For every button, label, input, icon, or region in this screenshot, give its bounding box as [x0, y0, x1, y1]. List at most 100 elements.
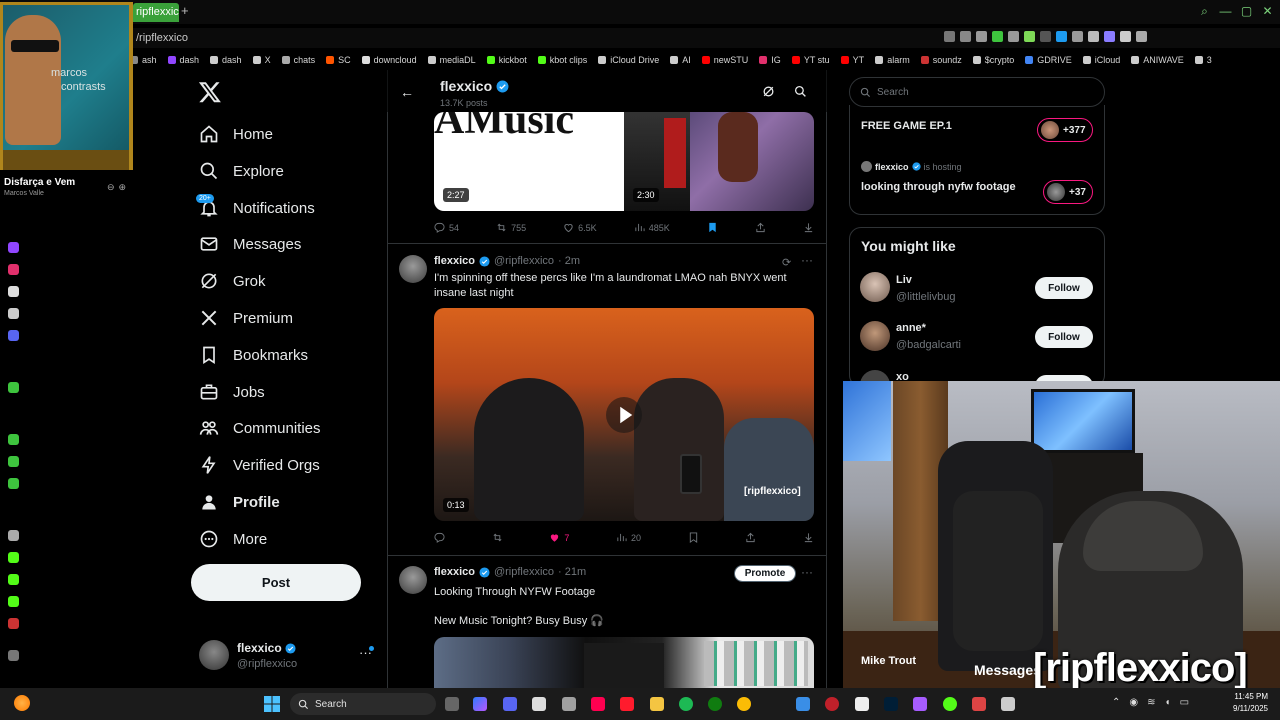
tweet-media[interactable] [434, 637, 814, 688]
wifi-icon[interactable]: ≋ [1147, 697, 1155, 708]
weather-icon[interactable] [14, 695, 30, 711]
windows-start-icon[interactable] [264, 696, 280, 712]
video-thumbnail[interactable] [690, 112, 814, 211]
twitch-icon[interactable] [8, 242, 19, 253]
battery-icon[interactable]: ▭ [1180, 697, 1189, 708]
space-listeners[interactable]: +37 [1043, 180, 1093, 204]
account-name[interactable]: flexxico [237, 641, 296, 655]
bookmark-item[interactable]: iCloud Drive [598, 52, 659, 68]
task-view-icon[interactable] [445, 697, 459, 711]
search-icon[interactable]: ⌕ [1198, 4, 1211, 18]
space-listeners[interactable]: +377 [1037, 118, 1093, 142]
kick-icon[interactable] [8, 552, 19, 563]
chevron-up-icon[interactable]: ⌃ [1112, 697, 1120, 708]
author-name[interactable]: flexxico [434, 255, 475, 267]
photoshop-icon[interactable] [884, 697, 898, 711]
maximize-icon[interactable]: ▢ [1240, 4, 1253, 18]
more-icon[interactable]: ··· [801, 253, 813, 267]
cloud-icon[interactable] [8, 382, 19, 393]
more-icon[interactable]: ··· [801, 565, 813, 579]
settings-icon[interactable] [8, 478, 19, 489]
post-button[interactable]: Post [191, 564, 361, 601]
browser-tab[interactable]: ripflexxico [133, 3, 179, 22]
close-icon[interactable]: ✕ [1261, 4, 1274, 18]
instagram-icon[interactable] [8, 264, 19, 275]
xbox-icon[interactable] [708, 697, 722, 711]
author-handle[interactable]: @ripflexxico [494, 566, 554, 578]
bookmark-item[interactable]: iCloud [1082, 52, 1120, 68]
folder-icon[interactable] [650, 697, 664, 711]
bookmark-item[interactable]: newSTU [701, 52, 748, 68]
share-button[interactable] [745, 532, 756, 543]
download-button[interactable] [803, 532, 814, 543]
nav-item-communities[interactable]: Communities [199, 415, 321, 441]
spotify-icon[interactable] [679, 697, 693, 711]
pin-icon[interactable] [960, 31, 971, 42]
app-icon[interactable] [913, 697, 927, 711]
search-input[interactable]: Search [849, 77, 1105, 107]
follow-button[interactable]: Follow [1035, 277, 1093, 299]
gx-icon[interactable] [8, 650, 19, 661]
bookmark-item[interactable]: mediaDL [427, 52, 476, 68]
reply-button[interactable]: 54 [434, 222, 459, 233]
opera-icon[interactable] [620, 697, 634, 711]
sound-icon[interactable] [1040, 31, 1051, 42]
app-icon[interactable] [8, 530, 19, 541]
repost-button[interactable] [492, 532, 503, 543]
bookmark-button[interactable] [707, 222, 718, 233]
bookmark-item[interactable]: AI [670, 52, 691, 68]
bookmark-item[interactable]: alarm [875, 52, 910, 68]
avatar[interactable] [199, 640, 229, 670]
clock-icon[interactable] [8, 434, 19, 445]
menu-icon[interactable] [1136, 31, 1147, 42]
x-logo-icon[interactable] [198, 80, 222, 104]
tweet-media-grid[interactable]: AMusic 2:27 2:30 [434, 112, 814, 211]
nav-item-home[interactable]: Home [199, 121, 273, 147]
app-icon[interactable] [1001, 697, 1015, 711]
zoom-icon[interactable] [944, 31, 955, 42]
shield-icon[interactable] [992, 31, 1003, 42]
reply-button[interactable] [434, 532, 445, 543]
clock-time[interactable]: 11:45 PM [1220, 692, 1268, 701]
bookmark-item[interactable]: 3 [1194, 52, 1212, 68]
avatar[interactable] [399, 255, 427, 283]
extension-icon[interactable] [1104, 31, 1115, 42]
bookmark-item[interactable]: ash [130, 52, 157, 68]
volume-icon[interactable]: ◖ [1165, 697, 1171, 708]
puzzle-icon[interactable] [8, 456, 19, 467]
chrome-icon[interactable] [737, 697, 751, 711]
author-handle[interactable]: @ripflexxico [494, 255, 554, 267]
nav-item-messages[interactable]: Messages [199, 231, 301, 257]
app-icon[interactable] [943, 697, 957, 711]
grok-icon[interactable]: ⟳ [782, 256, 791, 269]
avatar[interactable] [860, 321, 890, 351]
tiktok-icon[interactable] [591, 697, 605, 711]
author-name[interactable]: flexxico [434, 566, 475, 578]
discord-icon[interactable] [8, 330, 19, 341]
bookmark-item[interactable]: YT [840, 52, 864, 68]
play-button[interactable] [606, 397, 642, 433]
app-icon[interactable] [8, 618, 19, 629]
taskbar-search[interactable]: Search [290, 693, 436, 715]
nav-item-bookmarks[interactable]: Bookmarks [199, 342, 308, 368]
play-icon[interactable] [1008, 31, 1019, 42]
discord-icon[interactable] [503, 697, 517, 711]
bookmark-item[interactable]: SC [326, 52, 351, 68]
extension-icon[interactable] [1056, 31, 1067, 42]
clock-date[interactable]: 9/11/2025 [1220, 704, 1268, 713]
bookmark-item[interactable]: kbot clips [537, 52, 587, 68]
space-title[interactable]: looking through nyfw footage [861, 181, 1016, 193]
tweet-time[interactable]: · 2m [558, 255, 580, 267]
space-title[interactable]: FREE GAME EP.1 [861, 120, 952, 132]
views-button[interactable]: 485K [634, 222, 670, 233]
app-icon[interactable] [825, 697, 839, 711]
puzzle-icon[interactable] [1088, 31, 1099, 42]
avatar[interactable] [399, 566, 427, 594]
views-button[interactable]: 20 [616, 532, 641, 543]
lock-icon[interactable] [976, 31, 987, 42]
tiktok-icon[interactable] [8, 286, 19, 297]
suggestion-name[interactable]: Liv [896, 274, 912, 286]
bookmark-icon[interactable] [1072, 31, 1083, 42]
tweet-video[interactable]: 0:13 [ripflexxico] [434, 308, 814, 521]
tweet-time[interactable]: · 21m [558, 566, 586, 578]
